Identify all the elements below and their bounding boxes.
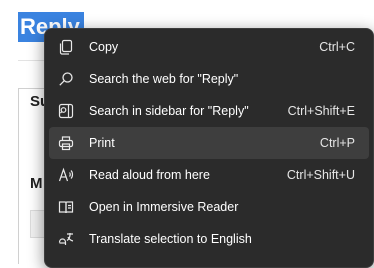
menu-item-print[interactable]: Print Ctrl+P [49, 127, 369, 159]
sidebar-search-icon [58, 103, 74, 119]
page-section-label: M [30, 175, 43, 192]
menu-item-label: Open in Immersive Reader [89, 200, 239, 214]
translate-icon [58, 231, 74, 247]
menu-item-immersive-reader[interactable]: Open in Immersive Reader [49, 191, 369, 223]
print-icon [58, 135, 74, 151]
read-aloud-icon [58, 167, 74, 183]
menu-item-shortcut: Ctrl+Shift+E [287, 104, 355, 118]
menu-item-shortcut: Ctrl+C [319, 40, 355, 54]
menu-item-search-web[interactable]: Search the web for "Reply" [49, 63, 369, 95]
menu-item-shortcut: Ctrl+Shift+U [286, 168, 355, 182]
menu-item-label: Translate selection to English [89, 232, 252, 246]
menu-item-translate[interactable]: Translate selection to English [49, 223, 369, 255]
menu-item-copy[interactable]: Copy Ctrl+C [49, 31, 369, 63]
search-icon [58, 71, 74, 87]
menu-item-label: Search the web for "Reply" [89, 72, 239, 86]
menu-item-shortcut: Ctrl+P [319, 136, 355, 150]
copy-icon [58, 39, 74, 55]
menu-item-read-aloud[interactable]: Read aloud from here Ctrl+Shift+U [49, 159, 369, 191]
immersive-reader-icon [58, 199, 74, 215]
context-menu: Copy Ctrl+C Search the web for "Reply" S… [44, 28, 374, 268]
menu-item-search-sidebar[interactable]: Search in sidebar for "Reply" Ctrl+Shift… [49, 95, 369, 127]
